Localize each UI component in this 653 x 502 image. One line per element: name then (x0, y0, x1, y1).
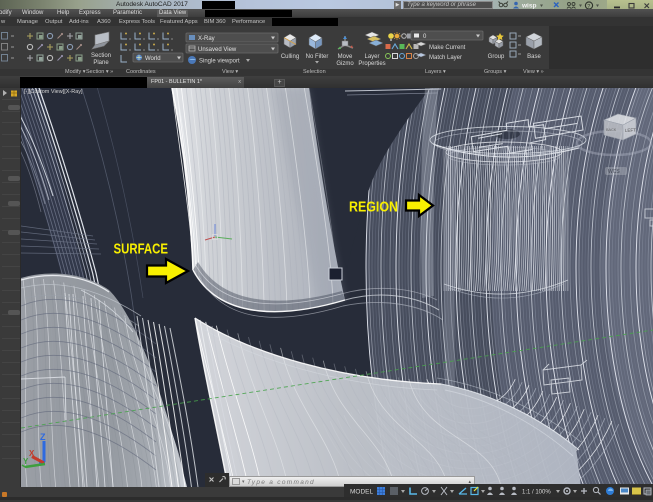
svg-text:BACK: BACK (606, 128, 617, 132)
svg-text:Move: Move (338, 54, 353, 60)
svg-text:Make Current: Make Current (429, 45, 466, 51)
svg-text:Properties: Properties (358, 61, 385, 67)
svg-text:WCS: WCS (608, 169, 620, 175)
svg-text:Plane: Plane (93, 60, 109, 66)
svg-text:X-Ray: X-Ray (198, 36, 215, 42)
svg-text:SURFACE: SURFACE (114, 241, 169, 258)
svg-text:Single viewport: Single viewport (199, 59, 240, 65)
svg-text:World: World (145, 56, 161, 62)
svg-text:Match Layer: Match Layer (429, 55, 462, 61)
svg-text:Culling: Culling (281, 54, 299, 60)
svg-text:MODEL: MODEL (350, 489, 374, 496)
svg-text:Z: Z (40, 432, 46, 442)
svg-text:Gizmo: Gizmo (336, 61, 354, 67)
svg-text:LEFT: LEFT (625, 127, 636, 133)
svg-text:Unsaved View: Unsaved View (198, 47, 237, 53)
svg-text:Group: Group (488, 54, 505, 60)
svg-text:No Filter: No Filter (306, 54, 329, 60)
svg-text:REGION: REGION (349, 199, 398, 216)
svg-text:X: X (29, 449, 35, 458)
svg-text:Y: Y (23, 457, 29, 466)
svg-text:Base: Base (527, 54, 541, 60)
svg-text:Layer: Layer (364, 54, 379, 60)
svg-text:Section: Section (91, 53, 111, 59)
svg-text:1:1 / 100%: 1:1 / 100% (522, 490, 551, 496)
